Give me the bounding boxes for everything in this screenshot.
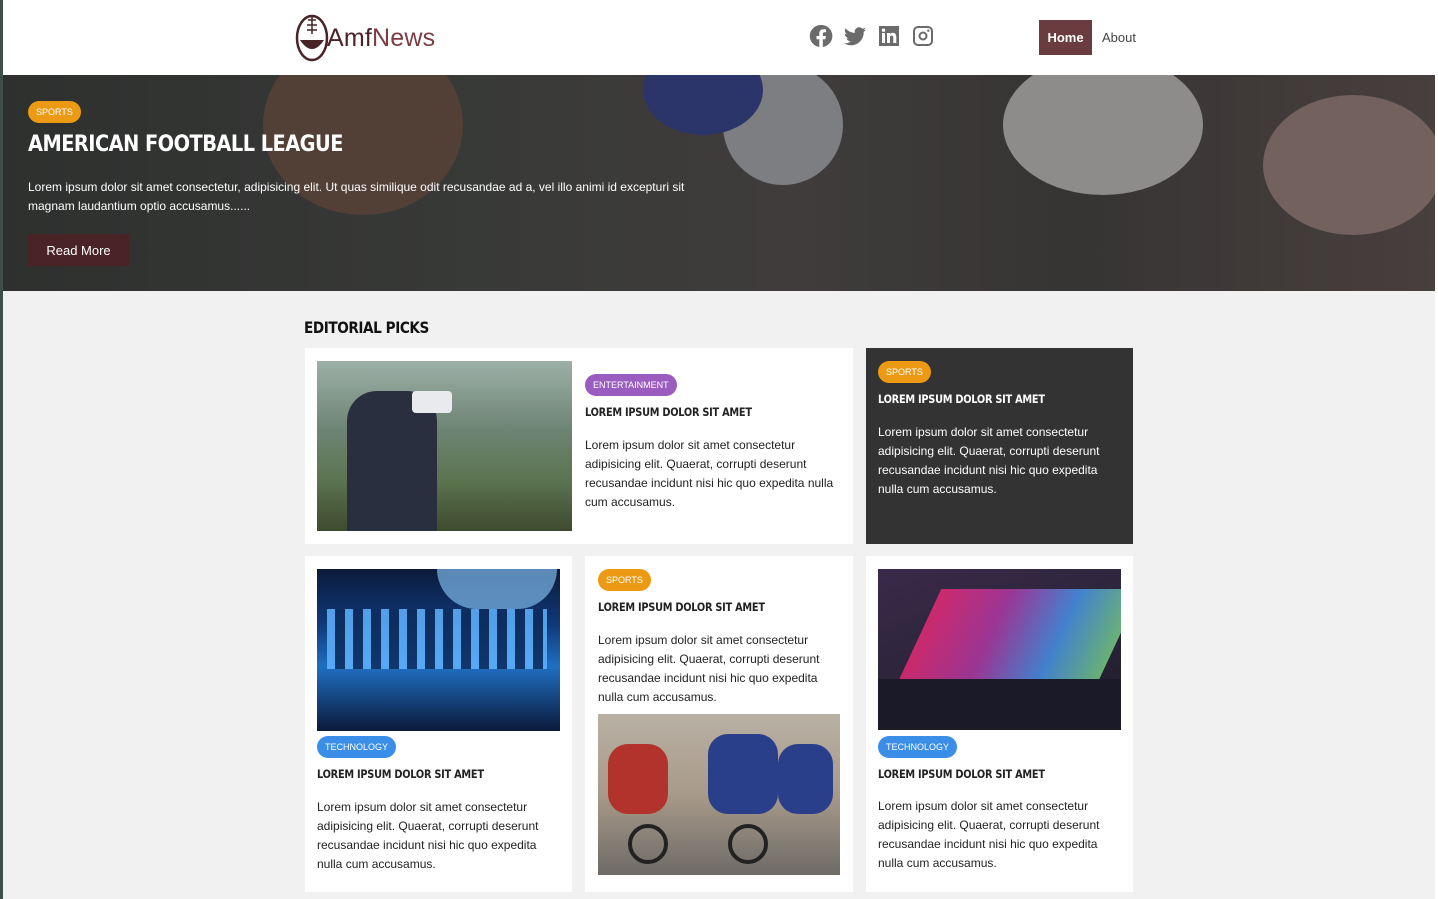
article-card[interactable]: ENTERTAINMENT LOREM IPSUM DOLOR SIT AMET…	[305, 348, 853, 544]
cyclist-shape	[608, 744, 668, 814]
facebook-icon[interactable]	[809, 23, 833, 49]
card-text: Lorem ipsum dolor sit amet consectetur a…	[598, 633, 820, 704]
hero-banner: SPORTS AMERICAN FOOTBALL LEAGUE Lorem ip…	[3, 75, 1435, 291]
card-category-badge[interactable]: ENTERTAINMENT	[585, 374, 677, 396]
card-title[interactable]: LOREM IPSUM DOLOR SIT AMET	[598, 600, 765, 614]
cyclist-shape	[778, 744, 833, 814]
article-card[interactable]: TECHNOLOGY LOREM IPSUM DOLOR SIT AMET Lo…	[866, 556, 1133, 892]
page: AmfNews Home About SPORTS AMERICAN FOOTB…	[3, 0, 1435, 899]
article-card[interactable]: TECHNOLOGY LOREM IPSUM DOLOR SIT AMET Lo…	[305, 556, 572, 892]
social-links	[809, 23, 935, 49]
card-category-badge[interactable]: SPORTS	[878, 361, 931, 383]
card-category-badge[interactable]: SPORTS	[598, 569, 651, 591]
server-rack-image	[317, 569, 560, 731]
nav-home-link[interactable]: Home	[1039, 20, 1092, 55]
hero-category-badge[interactable]: SPORTS	[28, 101, 81, 123]
card-title[interactable]: LOREM IPSUM DOLOR SIT AMET	[878, 392, 1045, 406]
card-category-badge[interactable]: TECHNOLOGY	[878, 736, 958, 758]
instagram-icon[interactable]	[911, 23, 935, 49]
bike-wheel-shape	[628, 824, 668, 864]
linkedin-icon[interactable]	[877, 23, 901, 49]
vr-headset-shape	[412, 391, 452, 413]
network-cables-shape	[437, 569, 557, 609]
logo-news: News	[372, 23, 436, 52]
vr-headset-image	[317, 361, 572, 531]
card-title[interactable]: LOREM IPSUM DOLOR SIT AMET	[585, 405, 752, 419]
card-title[interactable]: LOREM IPSUM DOLOR SIT AMET	[317, 767, 484, 781]
laptop-body-shape	[878, 679, 1121, 730]
card-category-badge[interactable]: TECHNOLOGY	[317, 736, 397, 758]
main-nav: Home About	[1039, 20, 1136, 55]
section-title: EDITORIAL PICKS	[304, 318, 429, 337]
cyclist-shape	[708, 734, 778, 814]
card-text: Lorem ipsum dolor sit amet consectetur a…	[317, 800, 539, 871]
card-text: Lorem ipsum dolor sit amet consectetur a…	[878, 799, 1100, 870]
server-ports-shape	[327, 609, 547, 669]
site-header: AmfNews Home About	[3, 0, 1435, 75]
hero-title: AMERICAN FOOTBALL LEAGUE	[28, 132, 343, 157]
card-text: Lorem ipsum dolor sit amet consectetur a…	[585, 438, 834, 509]
nav-about-link[interactable]: About	[1102, 30, 1136, 45]
article-card-featured[interactable]: SPORTS LOREM IPSUM DOLOR SIT AMET Lorem …	[866, 348, 1133, 544]
logo-amf: Amf	[327, 23, 373, 52]
bike-wheel-shape	[728, 824, 768, 864]
card-text: Lorem ipsum dolor sit amet consectetur a…	[878, 425, 1100, 496]
card-title[interactable]: LOREM IPSUM DOLOR SIT AMET	[878, 767, 1045, 781]
keyboard-glow-shape	[894, 589, 1121, 689]
cyclists-image	[598, 714, 840, 875]
football-helmet-logo-icon	[295, 14, 329, 62]
laptop-keyboard-image	[878, 569, 1121, 730]
twitter-icon[interactable]	[843, 23, 867, 49]
site-name: AmfNews	[327, 24, 435, 53]
article-card[interactable]: SPORTS LOREM IPSUM DOLOR SIT AMET Lorem …	[585, 556, 853, 892]
read-more-button[interactable]: Read More	[28, 234, 129, 266]
site-logo[interactable]: AmfNews	[294, 14, 435, 62]
hero-text: Lorem ipsum dolor sit amet consectetur, …	[28, 180, 685, 213]
